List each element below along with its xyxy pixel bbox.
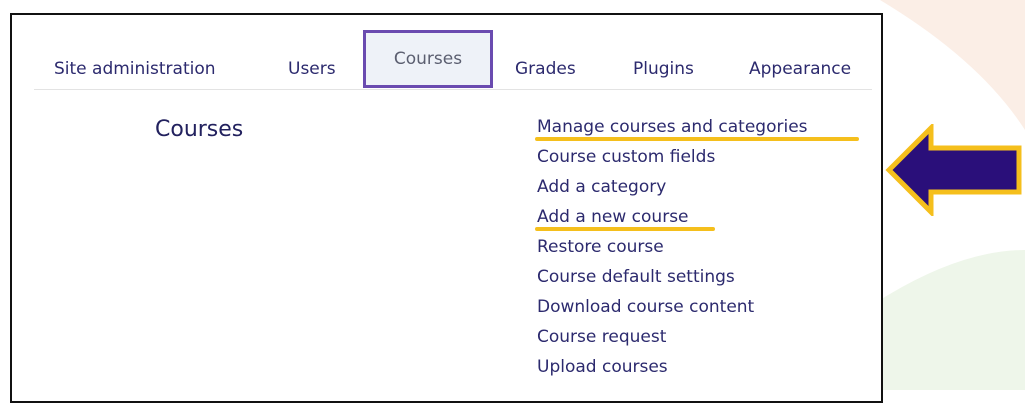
admin-tabs: Site administration Users Courses Grades… [12,15,881,91]
link-label: Download course content [537,297,755,317]
tab-site-administration[interactable]: Site administration [54,59,216,79]
tab-appearance[interactable]: Appearance [749,59,851,79]
highlight-underline [535,137,859,141]
tab-users[interactable]: Users [288,59,336,79]
courses-link-list: Manage courses and categories Course cus… [535,112,859,382]
link-add-a-new-course[interactable]: Add a new course [535,202,808,232]
link-label: Manage courses and categories [537,117,808,137]
link-restore-course[interactable]: Restore course [537,232,808,262]
link-label: Course custom fields [537,147,716,167]
arrow-left-icon [885,124,1022,216]
link-label: Upload courses [537,357,668,377]
link-label: Course request [537,327,667,347]
tab-courses[interactable]: Courses [363,30,493,88]
admin-panel: Site administration Users Courses Grades… [10,13,883,403]
link-label: Add a new course [537,207,689,227]
link-add-a-category[interactable]: Add a category [537,172,808,202]
link-upload-courses[interactable]: Upload courses [537,352,808,382]
link-label: Restore course [537,237,664,257]
tab-grades[interactable]: Grades [515,59,576,79]
link-manage-courses-and-categories[interactable]: Manage courses and categories [535,112,859,142]
link-download-course-content[interactable]: Download course content [537,292,808,322]
link-course-request[interactable]: Course request [537,322,808,352]
tabs-divider [34,89,872,90]
highlight-underline [535,227,715,231]
tab-plugins[interactable]: Plugins [633,59,694,79]
link-label: Add a category [537,177,667,197]
link-course-default-settings[interactable]: Course default settings [537,262,808,292]
link-course-custom-fields[interactable]: Course custom fields [537,142,808,172]
link-label: Course default settings [537,267,735,287]
section-title: Courses [155,117,244,142]
